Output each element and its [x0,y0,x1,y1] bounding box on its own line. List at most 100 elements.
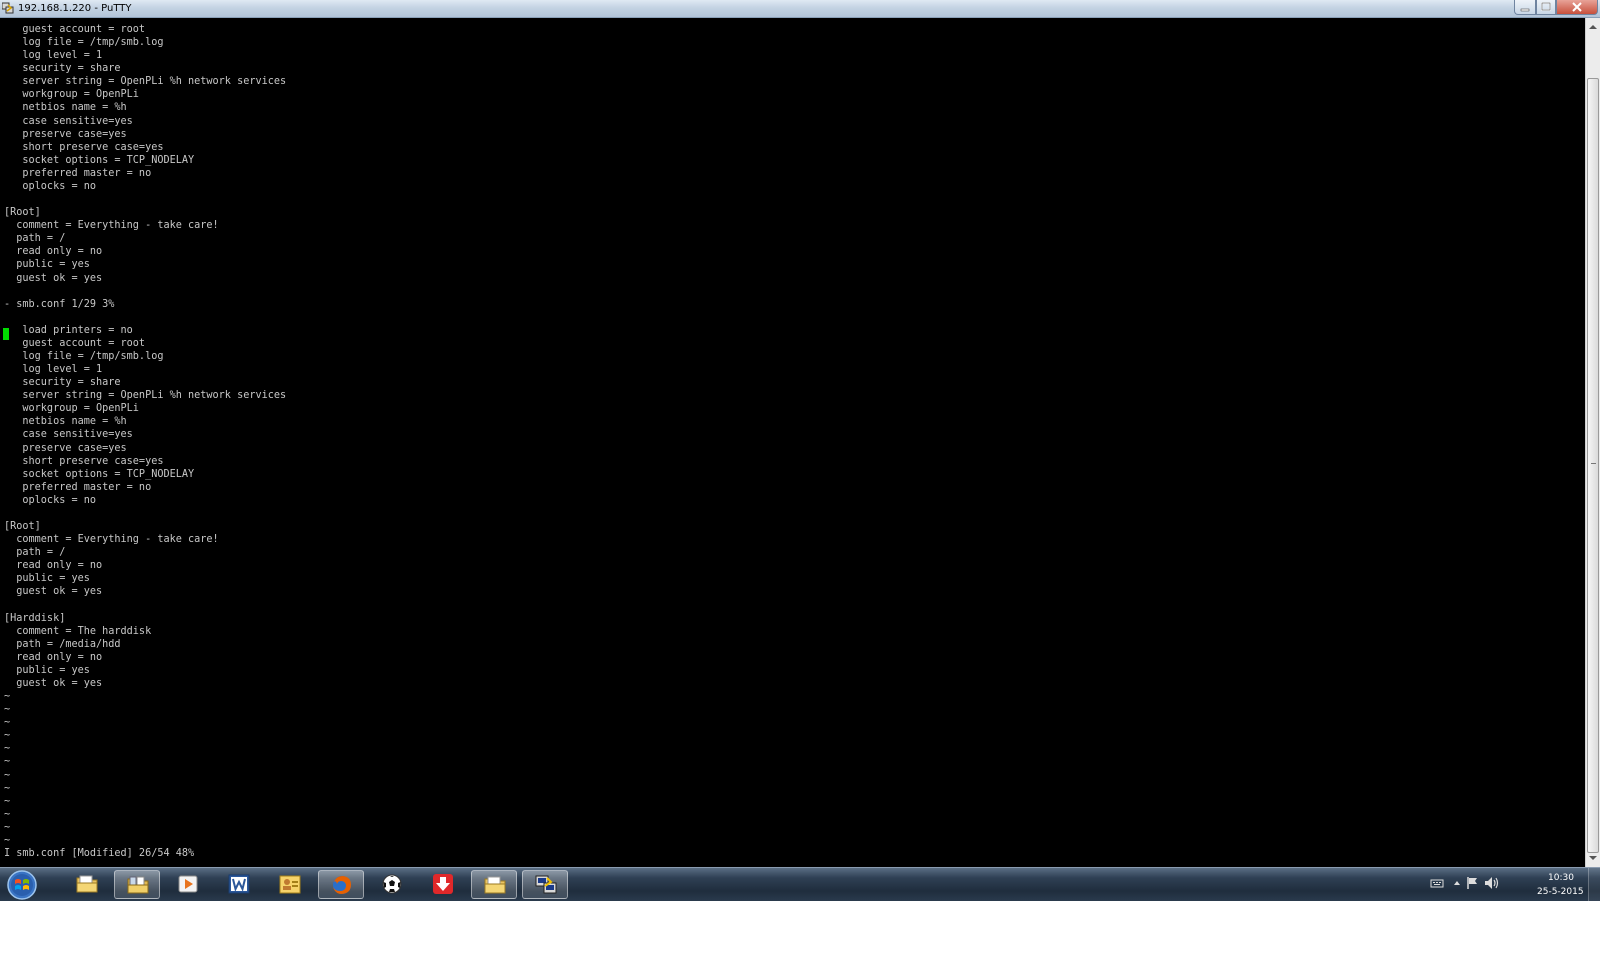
taskbar: 10:30 25-5-2015 [0,867,1600,901]
terminal-line: guest ok = yes [4,586,103,598]
terminal-line: oplocks = no [4,494,97,506]
start-button[interactable] [6,870,38,900]
terminal-line: ~ [4,691,11,703]
taskbar-downloader[interactable] [420,870,466,899]
taskbar-firefox[interactable] [318,870,364,899]
terminal-line: log level = 1 [4,364,103,376]
show-desktop-button[interactable] [1588,868,1600,901]
terminal-line: oplocks = no [4,180,97,192]
download-arrow-icon [433,874,453,894]
terminal-line: ~ [4,717,11,729]
show-hidden-icons-arrow-icon[interactable] [1452,878,1462,888]
terminal-line: path = /media/hdd [4,638,121,650]
terminal-line: [Root] [4,207,41,219]
terminal-line: security = share [4,63,121,75]
terminal-line: guest account = root [4,337,146,349]
terminal-line: short preserve case=yes [4,455,164,467]
taskbar-outlook[interactable] [267,870,313,899]
terminal-line: public = yes [4,664,90,676]
terminal-line: ~ [4,782,11,794]
window-title-bar[interactable]: 192.168.1.220 - PuTTY [0,0,1600,18]
terminal-line: ~ [4,730,11,742]
close-icon [1572,2,1582,12]
terminal-line: ~ [4,821,11,833]
taskbar-explorer[interactable] [64,870,110,899]
terminal-line: netbios name = %h [4,102,127,114]
taskbar-football[interactable] [369,870,415,899]
terminal-line: ~ [4,808,11,820]
taskbar-libraries[interactable] [114,870,160,899]
terminal-line: short preserve case=yes [4,141,164,153]
close-button[interactable] [1556,0,1598,15]
terminal-line: read only = no [4,560,103,572]
putty-icon [2,2,14,14]
terminal-line: comment = Everything - take care! [4,534,219,546]
terminal-line: netbios name = %h [4,416,127,428]
terminal-line: socket options = TCP_NODELAY [4,154,195,166]
terminal-line: public = yes [4,259,90,271]
minimize-icon [1520,8,1530,12]
scroll-thumb[interactable] [1587,78,1599,853]
scroll-down-arrow-icon[interactable] [1586,851,1600,865]
terminal-line: public = yes [4,573,90,585]
restore-icon [1541,2,1551,11]
terminal-line: read only = no [4,651,103,663]
football-icon [382,874,402,894]
minimize-button[interactable] [1514,0,1536,15]
terminal-line: - smb.conf 1/29 3% [4,298,115,310]
terminal-line: log file = /tmp/smb.log [4,37,164,49]
scroll-up-arrow-icon[interactable] [1586,20,1600,34]
terminal-line: server string = OpenPLi %h network servi… [4,390,287,402]
clock-date[interactable]: 25-5-2015 [1537,887,1584,897]
terminal-line: case sensitive=yes [4,429,133,441]
firefox-icon [333,876,351,894]
terminal-line: load printers = no [4,324,133,336]
keyboard-icon[interactable] [1430,876,1444,890]
terminal-line: workgroup = OpenPLi [4,89,139,101]
taskbar-word[interactable] [216,870,262,899]
terminal-line: socket options = TCP_NODELAY [4,468,195,480]
terminal-line: guest account = root [4,24,146,35]
library-folder-icon [127,876,149,894]
terminal-line: case sensitive=yes [4,115,133,127]
folder-icon [484,876,506,894]
terminal-line: security = share [4,377,121,389]
terminal-line: [Harddisk] [4,612,66,624]
terminal-line: guest ok = yes [4,678,103,689]
terminal-line: I smb.conf [Modified] 26/54 48% [4,848,195,860]
speaker-volume-icon[interactable] [1484,876,1500,890]
maximize-button[interactable] [1536,0,1556,15]
terminal-line: comment = The harddisk [4,625,152,637]
text-cursor [3,328,9,340]
terminal-line: ~ [4,769,11,781]
terminal-line: read only = no [4,246,103,258]
taskbar-putty[interactable] [522,870,568,899]
clock-time[interactable]: 10:30 [1548,873,1574,883]
terminal-line: preserve case=yes [4,128,127,140]
terminal-line: ~ [4,756,11,768]
terminal-output[interactable]: guest account = root log file = /tmp/smb… [0,18,1585,867]
terminal-line: ~ [4,834,11,846]
terminal-line: path = / [4,547,66,559]
terminal-line: preferred master = no [4,481,152,493]
terminal-line: preferred master = no [4,167,152,179]
media-play-icon [178,875,198,893]
window-title: 192.168.1.220 - PuTTY [18,3,132,14]
vertical-scrollbar[interactable] [1585,18,1600,867]
terminal-line: workgroup = OpenPLi [4,403,139,415]
taskbar-file-manager[interactable] [471,870,517,899]
contacts-icon [279,875,301,894]
terminal-line: guest ok = yes [4,272,103,284]
terminal-line: ~ [4,795,11,807]
terminal-line: ~ [4,704,11,716]
terminal-line: log level = 1 [4,50,103,62]
terminal-line: path = / [4,233,66,245]
terminal-line: log file = /tmp/smb.log [4,351,164,362]
terminal-line: comment = Everything - take care! [4,220,219,232]
terminal-line: ~ [4,743,11,755]
taskbar-media-player[interactable] [165,870,211,899]
action-center-flag-icon[interactable] [1466,876,1480,890]
word-icon [228,874,250,894]
terminal-line: server string = OpenPLi %h network servi… [4,76,287,88]
folder-icon [76,875,98,893]
